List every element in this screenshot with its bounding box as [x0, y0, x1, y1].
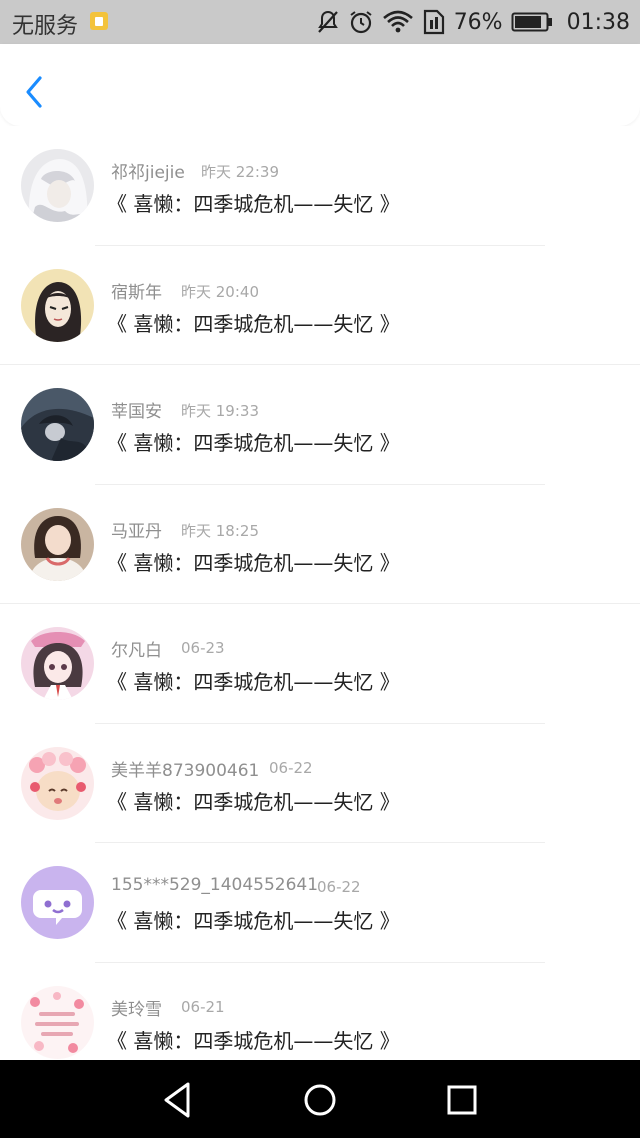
username: 尔凡白: [111, 641, 162, 661]
top-header: [0, 44, 640, 126]
item-title: 《 喜懒：四季城危机——失忆 》: [107, 550, 400, 575]
status-bar: 无服务 76% 01:38: [0, 0, 640, 44]
dark-haired-cartoon-avatar: [21, 268, 94, 342]
avatar[interactable]: [21, 866, 94, 939]
item-title: 《 喜懒：四季城危机——失忆 》: [107, 311, 400, 336]
recents-square-icon[interactable]: [440, 1078, 484, 1122]
avatar[interactable]: [21, 746, 94, 820]
list-item[interactable]: 宿斯年 昨天 20:40 《 喜懒：四季城危机——失忆 》: [0, 246, 640, 365]
avatar[interactable]: [21, 149, 94, 222]
item-title: 《 喜懒：四季城危机——失忆 》: [107, 192, 400, 216]
dark-anime-avatar: [21, 388, 94, 461]
item-title: 《 喜懒：四季城危机——失忆 》: [107, 431, 400, 455]
pretty-goat-avatar: [21, 746, 94, 820]
chevron-left-icon[interactable]: [18, 72, 54, 112]
battery-percent: 76%: [453, 9, 503, 35]
username: 宿斯年: [111, 282, 162, 303]
purple-chat-bubble-avatar: [21, 866, 94, 939]
pink-anime-girl-avatar: [21, 627, 94, 700]
list-item[interactable]: 美羊羊873900461 06-22 《 喜懒：四季城危机——失忆 》: [0, 724, 640, 843]
username: 祁祁jiejie: [111, 163, 185, 183]
item-title: 《 喜懒：四季城危机——失忆 》: [107, 909, 400, 933]
back-triangle-icon[interactable]: [156, 1078, 200, 1122]
timestamp: 06-21: [181, 997, 225, 1016]
list-item[interactable]: 莘国安 昨天 19:33 《 喜懒：四季城危机——失忆 》: [0, 365, 640, 485]
clock: 01:38: [566, 9, 630, 35]
timestamp: 06-22: [317, 878, 361, 896]
item-title: 《 喜懒：四季城危机——失忆 》: [107, 789, 400, 814]
sim-status-icon: [423, 9, 444, 35]
list-item[interactable]: 155***529_1404552641 06-22 《 喜懒：四季城危机——失…: [0, 843, 640, 963]
system-nav-bar: [0, 1060, 640, 1138]
item-title: 《 喜懒：四季城危机——失忆 》: [107, 670, 400, 694]
username: 美羊羊873900461: [111, 760, 260, 781]
list-item[interactable]: 马亚丹 昨天 18:25 《 喜懒：四季城危机——失忆 》: [0, 485, 640, 604]
sim-card-icon: [90, 12, 108, 30]
timestamp: 昨天 19:33: [181, 402, 259, 420]
timestamp: 昨天 18:25: [181, 521, 259, 540]
timestamp: 昨天 22:39: [201, 163, 279, 181]
list-item[interactable]: 美玲雪 06-21 《 喜懒：四季城危机——失忆 》: [0, 963, 640, 1061]
username: 莘国安: [111, 402, 162, 422]
username: 155***529_1404552641: [111, 875, 319, 895]
alarm-icon: [350, 11, 372, 34]
mute-icon: [317, 10, 338, 33]
list-item[interactable]: 祁祁jiejie 昨天 22:39 《 喜懒：四季城危机——失忆 》: [0, 126, 640, 246]
timestamp: 06-23: [181, 639, 225, 657]
home-circle-icon[interactable]: [298, 1078, 342, 1122]
wifi-icon: [382, 10, 413, 33]
avatar[interactable]: [21, 507, 94, 581]
username: 美玲雪: [111, 999, 162, 1020]
avatar[interactable]: [21, 627, 94, 700]
list-item[interactable]: 尔凡白 06-23 《 喜懒：四季城危机——失忆 》: [0, 604, 640, 724]
carrier-label: 无服务: [12, 14, 79, 39]
avatar[interactable]: [21, 268, 94, 342]
comment-list: 祁祁jiejie 昨天 22:39 《 喜懒：四季城危机——失忆 》 宿斯年 昨…: [0, 126, 640, 1060]
avatar[interactable]: [21, 388, 94, 461]
timestamp: 昨天 20:40: [181, 282, 259, 301]
username: 马亚丹: [111, 521, 162, 542]
white-haired-anime-avatar: [21, 149, 94, 222]
avatar[interactable]: [21, 985, 94, 1059]
item-title: 《 喜懒：四季城危机——失忆 》: [107, 1028, 400, 1053]
timestamp: 06-22: [269, 758, 313, 777]
girl-photo-avatar: [21, 507, 94, 581]
battery-icon: [511, 12, 552, 32]
pink-doodle-avatar: [21, 985, 94, 1059]
